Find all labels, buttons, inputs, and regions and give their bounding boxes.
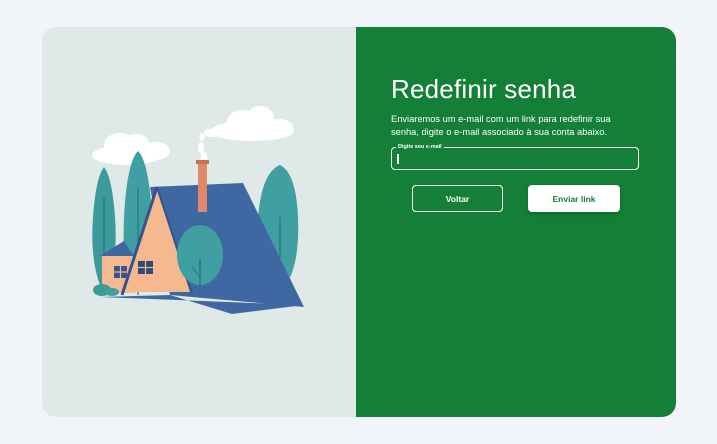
cloud-right [204,106,294,141]
house-illustration [92,106,304,314]
send-link-button[interactable]: Enviar link [528,185,620,212]
page-description: Enviaremos um e-mail com um link para re… [391,114,611,137]
cloud-left [92,133,170,165]
email-input[interactable] [392,148,638,169]
illustration-panel [42,27,356,417]
form-panel: Redefinir senha Enviaremos um e-mail com… [356,27,676,417]
page-title: Redefinir senha [391,74,577,104]
reset-password-card: Redefinir senha Enviaremos um e-mail com… [42,27,676,417]
back-button[interactable]: Voltar [412,185,503,212]
house-window [138,261,153,274]
email-field[interactable]: Digite seu e-mail [391,143,639,170]
text-cursor [397,154,399,164]
